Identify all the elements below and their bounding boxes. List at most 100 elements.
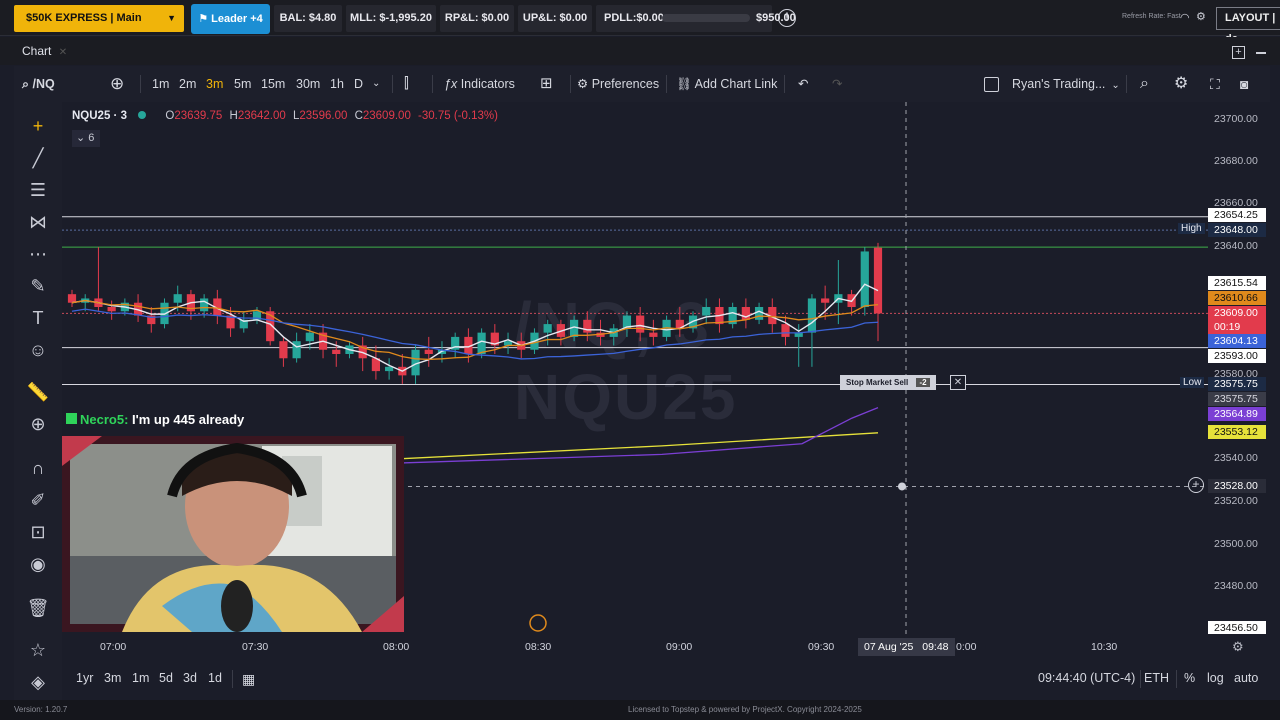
zoom-search-icon[interactable]: ⌕	[1140, 66, 1149, 102]
fullscreen-icon[interactable]: ⛶	[1210, 66, 1220, 102]
add-panel-icon[interactable]: +	[1232, 46, 1245, 59]
timeframe-1h[interactable]: 1h	[330, 66, 344, 102]
undo-icon[interactable]: ↶	[798, 66, 808, 102]
timeframe-3m[interactable]: 3m	[206, 66, 223, 102]
range-3m[interactable]: 3m	[104, 671, 121, 685]
info-icon[interactable]: !	[778, 9, 796, 27]
pattern-icon[interactable]: ⋈	[26, 210, 50, 234]
range-5d[interactable]: 5d	[159, 671, 173, 685]
high-tag: High	[1178, 223, 1205, 234]
minimize-icon[interactable]	[1256, 52, 1266, 54]
range-1yr[interactable]: 1yr	[76, 671, 93, 685]
time-tick-partial: 0:00	[956, 641, 977, 653]
grid-layout-icon[interactable]: ⊞	[540, 66, 553, 102]
layers-icon[interactable]: ◈	[26, 670, 50, 694]
indicator-toggle[interactable]: ⌄ 6	[72, 130, 100, 147]
time-axis[interactable]: 07:00 07:30 08:00 08:30 09:00 09:30 10:3…	[62, 634, 1270, 660]
price-axis[interactable]: 23700.00 23680.00 23660.00 23640.00 2358…	[1208, 102, 1270, 635]
text-icon[interactable]: T	[26, 306, 50, 330]
time-tick: 09:00	[666, 641, 693, 653]
ruler-icon[interactable]: 📏	[26, 380, 50, 404]
candle-body	[702, 307, 711, 316]
checkbox-icon[interactable]	[984, 77, 999, 92]
axis-settings-icon[interactable]: ⚙	[1232, 639, 1244, 655]
timeframe-5m[interactable]: 5m	[234, 66, 251, 102]
tab-chart[interactable]: Chart ✕	[22, 44, 67, 58]
separator	[784, 75, 785, 93]
log-toggle[interactable]: log	[1207, 671, 1224, 685]
timeframe-1m[interactable]: 1m	[152, 66, 169, 102]
range-1m[interactable]: 1m	[132, 671, 149, 685]
candle-type-icon[interactable]: ⫿	[404, 66, 409, 102]
zoom-in-icon[interactable]: ⊕	[26, 412, 50, 436]
range-1d[interactable]: 1d	[208, 671, 222, 685]
trash-icon[interactable]: 🗑	[26, 596, 50, 620]
account-selector[interactable]: $50K EXPRESS | Main Accou... ▼	[14, 5, 184, 51]
price-label: 23610.66	[1208, 291, 1266, 305]
time-tick: 09:30	[808, 641, 835, 653]
layout-button[interactable]: LAYOUT | de	[1216, 7, 1280, 45]
timeframe-30m[interactable]: 30m	[296, 66, 320, 102]
timeframe-15m[interactable]: 15m	[261, 66, 285, 102]
candle-body	[332, 349, 341, 354]
percent-toggle[interactable]: %	[1184, 671, 1195, 685]
template-selector[interactable]: Ryan's Trading... ⌄	[1012, 66, 1120, 102]
candle-body	[636, 315, 645, 333]
crosshair-icon[interactable]: +	[26, 114, 50, 138]
clock-label[interactable]: 09:44:40 (UTC-4)	[1038, 671, 1135, 685]
cursor-date: 07 Aug '25	[864, 641, 914, 653]
range-3d[interactable]: 3d	[183, 671, 197, 685]
symbol-search[interactable]: ⌕ /NQ	[22, 66, 55, 102]
price-tick: 23700.00	[1214, 113, 1258, 125]
session-toggle[interactable]: ETH	[1144, 671, 1169, 685]
candle-body	[754, 307, 764, 320]
close-icon[interactable]: ✕	[59, 47, 67, 58]
order-type: Stop Market Sell	[846, 378, 909, 387]
indicator-count: 6	[88, 132, 95, 144]
star-icon[interactable]: ☆	[26, 638, 50, 662]
auto-toggle[interactable]: auto	[1234, 671, 1258, 685]
tab-chart-label: Chart	[22, 44, 52, 58]
price-label: 23528.00	[1208, 479, 1266, 493]
add-symbol-icon[interactable]: ⊕	[110, 66, 124, 102]
time-tick: 07:00	[100, 641, 127, 653]
cursor-time: 09:48	[922, 641, 949, 653]
leader-button[interactable]: ⚑ Leader +4	[191, 4, 270, 34]
settings-icon[interactable]: ⚙	[1174, 66, 1188, 102]
trendline-icon[interactable]: ╱	[26, 146, 50, 170]
lock-drawings-icon[interactable]: ✐	[26, 488, 50, 512]
emoji-icon[interactable]: ☺	[26, 338, 50, 362]
preferences-button[interactable]: ⚙ Preferences	[577, 66, 659, 102]
drawing-tools-rail: + ╱ ☰ ⋈ ⋯ ✎ T ☺ 📏 ⊕ ∩ ✐ ⊡ ◉ 🗑 ☆ ◈	[14, 102, 62, 700]
candle-body	[807, 298, 817, 333]
magnet-icon[interactable]: ∩	[26, 456, 50, 480]
unlock-icon[interactable]: ⊡	[26, 520, 50, 544]
order-label[interactable]: Stop Market Sell -2	[840, 375, 936, 390]
timeframe-2m[interactable]: 2m	[179, 66, 196, 102]
separator	[392, 75, 393, 93]
timeframe-d[interactable]: D	[354, 66, 363, 102]
camera-icon[interactable]: ◙	[1240, 66, 1248, 102]
chart-toolbar: ⌕ /NQ ⊕ 1m 2m 3m 5m 15m 30m 1h D ⌄ ⫿ ƒx …	[14, 66, 1270, 102]
candle-body	[107, 307, 116, 312]
indicators-button[interactable]: ƒx Indicators	[444, 66, 515, 102]
close-label: C	[354, 110, 363, 122]
chevron-down-icon[interactable]: ⌄	[372, 66, 380, 102]
change-value: -30.75 (-0.13%)	[418, 110, 498, 122]
calendar-icon[interactable]: ▦	[242, 671, 255, 688]
brush-icon[interactable]: ✎	[26, 274, 50, 298]
fib-icon[interactable]: ⋯	[26, 242, 50, 266]
horizontal-lines-icon[interactable]: ☰	[26, 178, 50, 202]
chat-text: I'm up 445 already	[132, 412, 245, 427]
close-value: 23609.00	[362, 110, 411, 122]
price-label: 23654.25	[1208, 208, 1266, 222]
add-order-icon[interactable]: +	[1188, 477, 1204, 493]
settings-gear-icon[interactable]: ⚙	[1196, 10, 1206, 23]
price-label: 23456.50	[1208, 621, 1266, 635]
chat-user: Necro5:	[80, 412, 129, 427]
redo-icon[interactable]: ↷	[832, 66, 842, 102]
price-label: 23593.00	[1208, 349, 1266, 363]
add-chart-link-button[interactable]: ⛓ Add Chart Link	[676, 66, 777, 102]
eye-icon[interactable]: ◉	[26, 552, 50, 576]
cancel-order-icon[interactable]: ✕	[950, 375, 966, 390]
